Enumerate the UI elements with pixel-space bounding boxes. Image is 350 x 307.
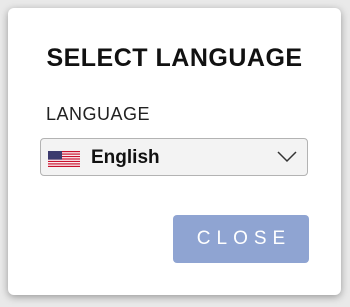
close-button[interactable]: CLOSE [173, 215, 309, 263]
language-select[interactable]: English [40, 138, 308, 176]
us-flag-icon [48, 151, 80, 167]
chevron-down-icon [277, 151, 297, 163]
dialog-title: SELECT LANGUAGE [46, 44, 303, 72]
language-field-label: LANGUAGE [46, 104, 151, 124]
language-dialog: SELECT LANGUAGE LANGUAGE English CLOSE [8, 8, 341, 295]
selected-language: English [91, 147, 160, 168]
